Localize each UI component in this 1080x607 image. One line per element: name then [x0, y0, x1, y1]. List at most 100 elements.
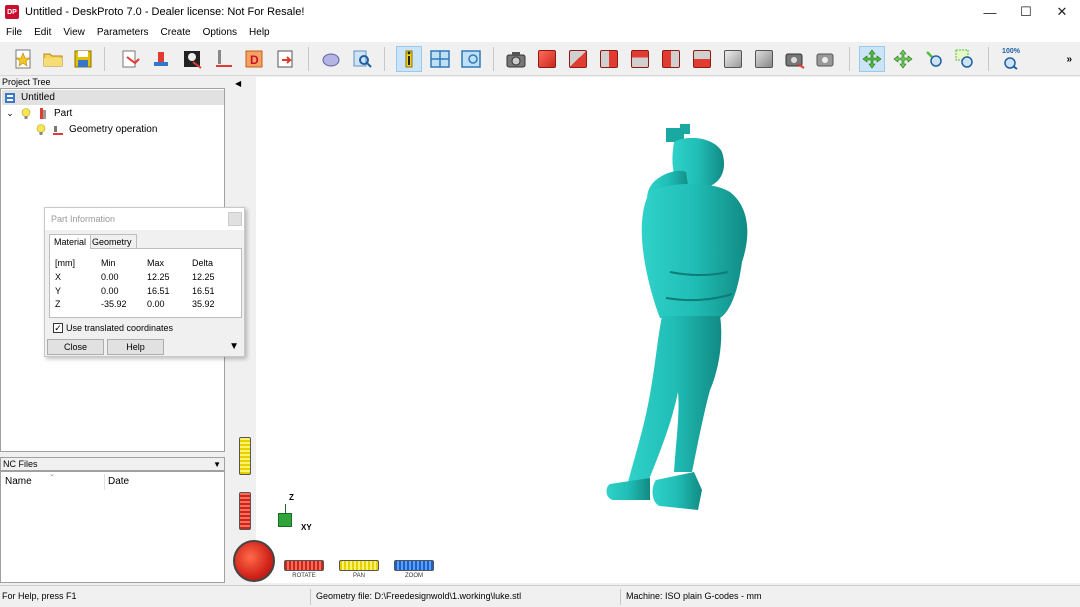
column-header-name[interactable]: Name — [5, 476, 32, 487]
preview-icon[interactable] — [458, 46, 484, 72]
lightbulb-icon[interactable] — [20, 107, 32, 120]
operation-icon — [52, 124, 64, 136]
tab-material[interactable]: Material — [49, 234, 92, 249]
view-top-icon[interactable] — [534, 46, 560, 72]
view-right-icon[interactable] — [689, 46, 715, 72]
zoom-slider[interactable] — [394, 560, 434, 571]
zoom-label: ZOOM — [405, 573, 423, 579]
tree-item-geometry-operation[interactable]: Geometry operation — [35, 122, 157, 137]
view-side-icon[interactable] — [596, 46, 622, 72]
window-icon[interactable] — [427, 46, 453, 72]
maximize-button[interactable]: ☐ — [1008, 0, 1044, 24]
menu-options[interactable]: Options — [197, 24, 243, 42]
view-back-icon[interactable] — [627, 46, 653, 72]
nc-files-list: Name ⌄ Date — [0, 471, 225, 583]
status-bar: For Help, press F1 Geometry file: D:\Fre… — [0, 585, 1080, 607]
part-model — [606, 124, 748, 510]
translated-coordinates-label[interactable]: Use translated coordinates — [66, 323, 173, 333]
pan-vertical-slider[interactable] — [239, 437, 251, 475]
camera-icon[interactable] — [503, 46, 529, 72]
column-header-delta: Delta — [192, 258, 214, 268]
3d-viewport[interactable]: Z XY ROTATE PAN ZOOM — [256, 77, 1080, 583]
toolbar-overflow-icon[interactable]: » — [1066, 54, 1072, 65]
chevron-down-icon[interactable]: ⌄ — [4, 108, 16, 119]
part-icon — [37, 107, 49, 120]
zoom-window-icon[interactable] — [952, 46, 978, 72]
tree-item-label: Untitled — [21, 92, 55, 103]
sort-indicator-icon: ⌄ — [49, 471, 55, 478]
rotate-control[interactable]: ROTATE — [284, 560, 324, 580]
app-logo-icon[interactable]: DP — [5, 5, 19, 19]
open-folder-icon[interactable] — [40, 46, 66, 72]
status-machine: Machine: ISO plain G-codes - mm — [626, 591, 762, 601]
nc-files-header[interactable]: NC Files ▼ — [0, 457, 225, 471]
zoom-icon[interactable] — [921, 46, 947, 72]
dialog-close-icon[interactable] — [228, 212, 242, 226]
save-icon[interactable] — [70, 46, 96, 72]
menu-edit[interactable]: Edit — [28, 24, 57, 42]
export-icon[interactable] — [272, 46, 298, 72]
menu-file[interactable]: File — [0, 24, 28, 42]
view-left-icon[interactable] — [658, 46, 684, 72]
pan-control[interactable]: PAN — [339, 560, 379, 580]
zoom-control[interactable]: ZOOM — [394, 560, 434, 580]
rotate-slider[interactable] — [284, 560, 324, 571]
menu-create[interactable]: Create — [155, 24, 197, 42]
column-header-unit: [mm] — [55, 258, 75, 268]
nc-files-title: NC Files — [3, 459, 38, 469]
column-header-min: Min — [101, 258, 116, 268]
info-icon[interactable] — [396, 46, 422, 72]
close-button[interactable]: ✕ — [1044, 0, 1080, 24]
menu-bar: File Edit View Parameters Create Options… — [0, 24, 1080, 42]
find-icon[interactable] — [349, 46, 375, 72]
view-bottom-icon[interactable] — [751, 46, 777, 72]
collapse-panel-icon[interactable]: ◀ — [235, 79, 241, 88]
dropdown-arrow-icon[interactable]: ▼ — [213, 459, 221, 471]
view-front-icon[interactable] — [565, 46, 591, 72]
menu-view[interactable]: View — [57, 24, 91, 42]
x-min-value: 0.00 — [101, 272, 119, 282]
axis-cube-icon — [278, 513, 292, 527]
row-axis-z: Z — [55, 299, 61, 309]
pan-icon[interactable] — [890, 46, 916, 72]
dialog-title-bar[interactable]: Part Information — [45, 208, 244, 230]
z-min-value: -35.92 — [101, 299, 127, 309]
expand-dialog-icon[interactable]: ▼ — [229, 341, 239, 352]
menu-parameters[interactable]: Parameters — [91, 24, 155, 42]
wizard-icon[interactable] — [117, 46, 143, 72]
column-header-date[interactable]: Date — [108, 476, 129, 487]
rotation-dial[interactable] — [233, 540, 275, 582]
z-max-value: 0.00 — [147, 299, 165, 309]
tree-item-untitled[interactable]: Untitled — [2, 90, 224, 105]
lightbulb-icon[interactable] — [35, 123, 47, 136]
rotate-icon[interactable] — [859, 46, 885, 72]
translated-coordinates-checkbox[interactable]: ✓ — [53, 323, 63, 333]
view-iso-icon[interactable] — [720, 46, 746, 72]
minimize-button[interactable]: — — [972, 0, 1008, 24]
main-toolbar: D 100% » — [0, 42, 1080, 76]
help-button[interactable]: Help — [107, 339, 164, 355]
tree-item-label: Part — [54, 108, 73, 119]
tree-item-part[interactable]: ⌄ Part — [4, 106, 72, 121]
x-max-value: 12.25 — [147, 272, 170, 282]
new-file-icon[interactable] — [10, 46, 36, 72]
zoom-100-label: 100% — [1002, 48, 1020, 55]
menu-help[interactable]: Help — [243, 24, 276, 42]
tab-geometry[interactable]: Geometry — [87, 234, 137, 248]
svg-text:D: D — [250, 53, 259, 67]
rotate-vertical-slider[interactable] — [239, 492, 251, 530]
zoom-100-icon[interactable]: 100% — [998, 46, 1024, 72]
toolpath-icon[interactable] — [210, 46, 236, 72]
drawing-icon[interactable]: D — [241, 46, 267, 72]
z-delta-value: 35.92 — [192, 299, 215, 309]
axis-indicator: Z XY — [272, 491, 322, 541]
close-button[interactable]: Close — [47, 339, 104, 355]
eraser-icon[interactable] — [318, 46, 344, 72]
part-wizard-icon[interactable] — [148, 46, 174, 72]
pan-slider[interactable] — [339, 560, 379, 571]
snapshot-icon[interactable] — [782, 46, 808, 72]
title-bar: DP Untitled - DeskProto 7.0 - Dealer lic… — [0, 0, 1080, 24]
bitmap-wizard-icon[interactable] — [179, 46, 205, 72]
snapshot-settings-icon[interactable] — [813, 46, 839, 72]
row-axis-x: X — [55, 272, 62, 282]
